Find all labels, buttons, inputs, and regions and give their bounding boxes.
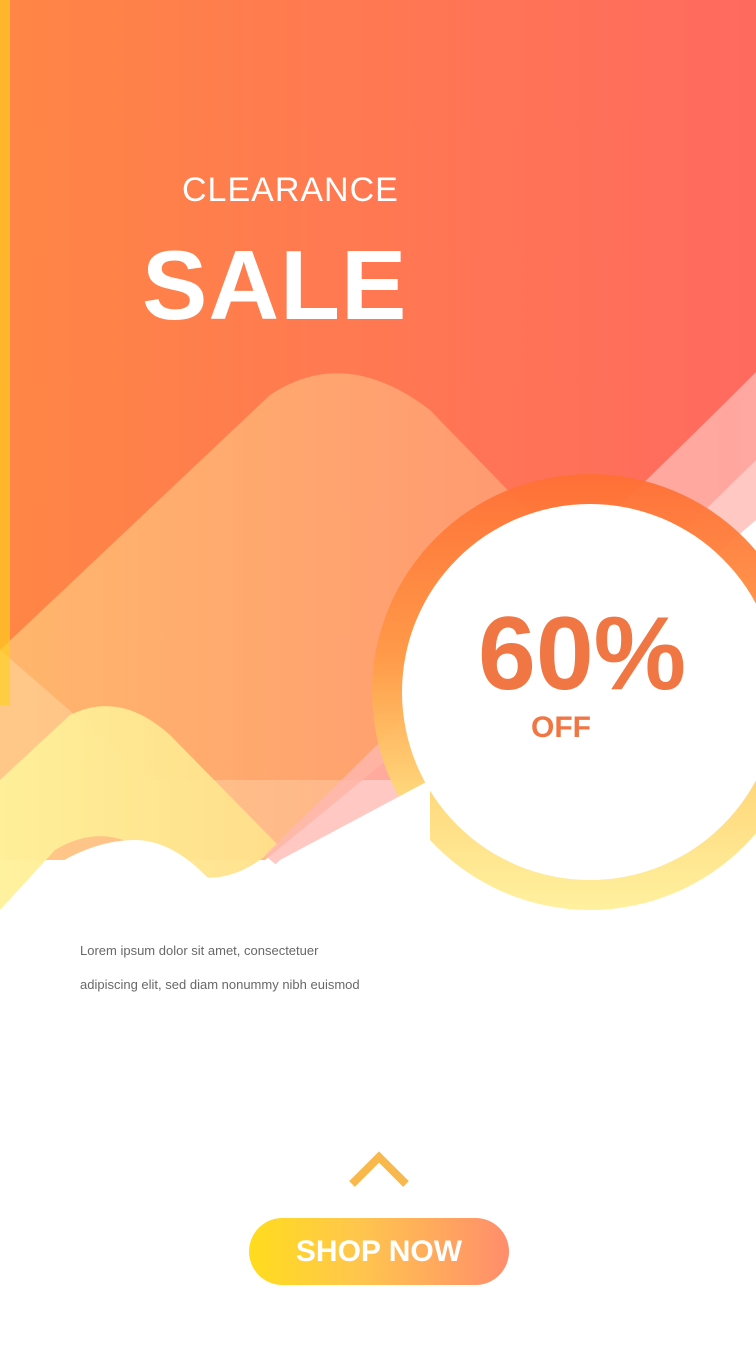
sale-banner: CLEARANCE SALE 60% OFF Lorem ipsum dolor… xyxy=(0,0,756,1350)
description-line-2: adipiscing elit, sed diam nonummy nibh e… xyxy=(80,977,360,992)
discount-amount: 60% xyxy=(478,596,687,712)
chevron-up-icon[interactable] xyxy=(348,1150,410,1190)
shop-now-button[interactable]: SHOP NOW xyxy=(249,1218,509,1285)
discount-suffix: OFF xyxy=(531,711,591,744)
orange-fade-band xyxy=(0,0,10,705)
clearance-eyebrow: CLEARANCE xyxy=(182,171,399,209)
description-line-1: Lorem ipsum dolor sit amet, consectetuer xyxy=(80,943,319,958)
sale-headline: SALE xyxy=(142,230,408,340)
